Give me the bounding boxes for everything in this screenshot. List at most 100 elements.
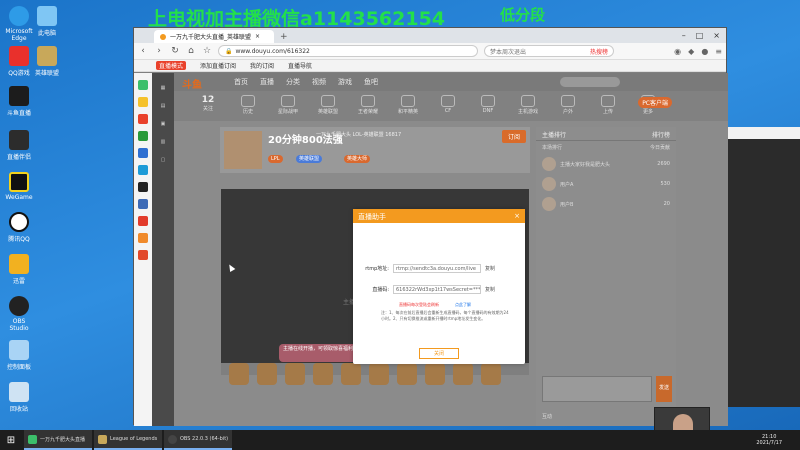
gift-icon[interactable] bbox=[481, 363, 501, 385]
taskbar-item[interactable]: League of Legends bbox=[94, 430, 162, 450]
room-tag[interactable]: 英雄大师 bbox=[344, 155, 371, 163]
category-item[interactable]: 星际战甲 bbox=[274, 95, 302, 121]
streamer-avatar[interactable] bbox=[224, 131, 262, 169]
room-tag[interactable]: LPL bbox=[268, 155, 283, 163]
refresh-icon[interactable]: ↻ bbox=[170, 46, 180, 56]
gift-icon[interactable] bbox=[313, 363, 333, 385]
sidenav-item[interactable]: ▥ bbox=[152, 139, 174, 145]
gift-icon[interactable] bbox=[285, 363, 305, 385]
category-item[interactable]: 历史 bbox=[234, 95, 262, 121]
send-button[interactable]: 发送 bbox=[656, 376, 672, 402]
desktop-icon-edge[interactable]: Microsoft Edge bbox=[4, 6, 34, 42]
copy-key-button[interactable]: 复制 bbox=[485, 286, 495, 293]
gift-icon[interactable] bbox=[425, 363, 445, 385]
desktop-icon-live-partner[interactable]: 直播伴侣 bbox=[4, 130, 34, 161]
sidenav-item[interactable]: ▤ bbox=[152, 103, 174, 109]
extension-icon[interactable]: ◆ bbox=[688, 47, 694, 56]
bookmark-item[interactable]: 添加直播订阅 bbox=[200, 61, 236, 70]
star-icon[interactable]: ☆ bbox=[202, 46, 212, 56]
tab-today[interactable]: 今日贡献 bbox=[650, 144, 670, 151]
sidebar-app-icon[interactable] bbox=[138, 216, 148, 226]
desktop-icon-qq-game[interactable]: QQ游戏 bbox=[4, 46, 34, 77]
sidebar-app-icon[interactable] bbox=[138, 182, 148, 192]
category-item[interactable]: 王者荣耀 bbox=[354, 95, 382, 121]
taskbar-item[interactable]: OBS 22.0.3 (64-bit) bbox=[164, 430, 232, 450]
extension-icon[interactable]: ● bbox=[701, 47, 708, 56]
desktop-icon-this-pc[interactable]: 此电脑 bbox=[32, 6, 62, 37]
category-item[interactable]: 12 关注 bbox=[194, 95, 222, 121]
desktop-icon-xunlei[interactable]: 迅雷 bbox=[4, 254, 34, 285]
category-item[interactable]: CF bbox=[434, 95, 462, 121]
taskbar-item[interactable]: 一万九千肥大头直播 bbox=[24, 430, 92, 450]
category-item[interactable]: 主机游戏 bbox=[514, 95, 542, 121]
obs-window[interactable] bbox=[727, 127, 800, 407]
minimize-icon[interactable]: – bbox=[682, 29, 686, 43]
rank-row[interactable]: 主播大家好我是肥大头 2690 bbox=[536, 154, 676, 174]
rtmp-field[interactable]: rtmp://sendtc3a.douyu.com/live bbox=[393, 264, 481, 273]
tab-current-rank[interactable]: 本场排行 bbox=[542, 144, 562, 151]
category-item[interactable]: 上传 bbox=[594, 95, 622, 121]
room-tag[interactable]: 英雄联盟 bbox=[296, 155, 323, 163]
system-clock[interactable]: 21:10 2021/7/17 bbox=[756, 434, 800, 446]
sidebar-app-icon[interactable] bbox=[138, 97, 148, 107]
sidebar-app-icon[interactable] bbox=[138, 233, 148, 243]
sidebar-app-icon[interactable] bbox=[138, 114, 148, 124]
chat-input[interactable] bbox=[542, 376, 652, 402]
sidenav-item[interactable]: ▣ bbox=[152, 121, 174, 127]
nav-item[interactable]: 视频 bbox=[312, 77, 326, 87]
nav-item[interactable]: 直播 bbox=[260, 77, 274, 87]
category-item[interactable]: 英雄联盟 bbox=[314, 95, 342, 121]
sidebar-app-icon[interactable] bbox=[138, 250, 148, 260]
nav-item[interactable]: 分类 bbox=[286, 77, 300, 87]
gift-icon[interactable] bbox=[229, 363, 249, 385]
gift-icon[interactable] bbox=[397, 363, 417, 385]
gift-icon[interactable] bbox=[453, 363, 473, 385]
bookmark-item[interactable]: 我的订阅 bbox=[250, 61, 274, 70]
douyu-logo[interactable]: 斗鱼 bbox=[182, 76, 202, 91]
home-icon[interactable]: ⌂ bbox=[186, 46, 196, 56]
bookmark-item[interactable]: 直播导航 bbox=[288, 61, 312, 70]
address-bar[interactable]: 🔒 www.douyu.com/616322 bbox=[218, 45, 478, 57]
forward-icon[interactable]: › bbox=[154, 46, 164, 56]
close-icon[interactable]: × bbox=[713, 29, 720, 43]
tab-close-icon[interactable]: × bbox=[255, 33, 260, 40]
nav-item[interactable]: 鱼吧 bbox=[364, 77, 378, 87]
dialog-close-icon[interactable]: × bbox=[514, 212, 520, 220]
bookmark-item[interactable]: 直播模式 bbox=[156, 61, 187, 70]
sidenav-item[interactable]: ▢ bbox=[152, 157, 174, 163]
gift-icon[interactable] bbox=[257, 363, 277, 385]
back-icon[interactable]: ‹ bbox=[138, 46, 148, 56]
desktop-icon-wegame[interactable]: WeGame bbox=[4, 172, 34, 201]
category-item[interactable]: 和平精英 bbox=[394, 95, 422, 121]
desktop-icon-douyu[interactable]: 斗鱼直播 bbox=[4, 86, 34, 117]
desktop-icon-qq[interactable]: 腾讯QQ bbox=[4, 212, 34, 243]
sidenav-item[interactable]: ▦ bbox=[152, 85, 174, 91]
nav-item[interactable]: 游戏 bbox=[338, 77, 352, 87]
gift-icon[interactable] bbox=[369, 363, 389, 385]
desktop-icon-recycle-bin[interactable]: 回收站 bbox=[4, 382, 34, 413]
gift-icon[interactable] bbox=[341, 363, 361, 385]
extension-icon[interactable]: ◉ bbox=[674, 47, 681, 56]
subscribe-button[interactable]: 订阅 bbox=[501, 130, 526, 143]
new-tab-icon[interactable]: + bbox=[280, 31, 288, 43]
rank-row[interactable]: 用户B 20 bbox=[536, 194, 676, 214]
browser-tab[interactable]: 一万九千肥大头直播_英雄联盟 × bbox=[154, 30, 274, 43]
sidebar-app-icon[interactable] bbox=[138, 199, 148, 209]
sidebar-app-icon[interactable] bbox=[138, 80, 148, 90]
category-item[interactable]: DNF bbox=[474, 95, 502, 121]
maximize-icon[interactable]: □ bbox=[696, 29, 704, 43]
site-search-input[interactable] bbox=[560, 77, 620, 87]
sidebar-app-icon[interactable] bbox=[138, 131, 148, 141]
sidebar-app-icon[interactable] bbox=[138, 165, 148, 175]
menu-icon[interactable]: ≡ bbox=[715, 47, 722, 56]
category-item[interactable]: 户外 bbox=[554, 95, 582, 121]
copy-rtmp-button[interactable]: 复制 bbox=[485, 265, 495, 272]
search-box[interactable]: 梦本周次退出 热搜榜 bbox=[484, 45, 614, 57]
learn-more-link[interactable]: 点此了解 bbox=[455, 302, 471, 308]
desktop-icon-obs[interactable]: OBS Studio bbox=[4, 296, 34, 332]
desktop-icon-control-panel[interactable]: 控制面板 bbox=[4, 340, 34, 371]
stream-key-field[interactable]: 616322rWd3xp1t17wsSecret=******** bbox=[393, 285, 481, 294]
pc-client-button[interactable]: PC客户端 bbox=[638, 97, 672, 108]
windows-start-icon[interactable]: ⊞ bbox=[0, 435, 22, 446]
desktop-icon-lol[interactable]: 英雄联盟 bbox=[32, 46, 62, 77]
